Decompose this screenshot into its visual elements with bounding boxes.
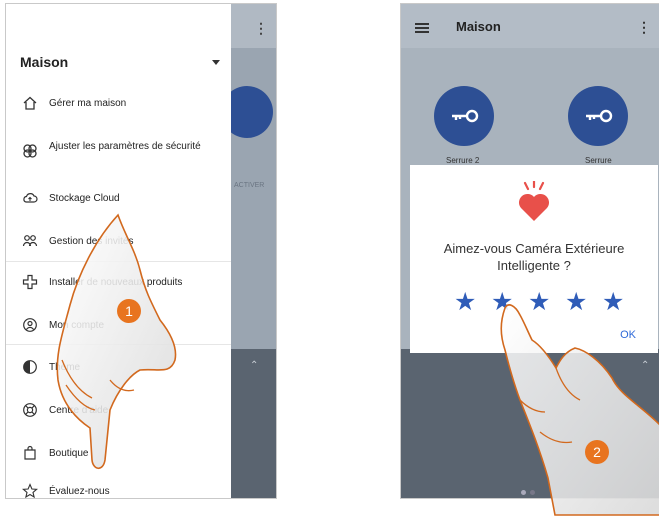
rating-question: Aimez-vous Caméra Extérieure Intelligent… xyxy=(410,240,658,274)
background-kebab-icon: ⋮ xyxy=(254,20,268,36)
menu-item-cloud-storage[interactable]: Stockage Cloud xyxy=(6,185,231,213)
chevron-up-icon: ⌃ xyxy=(641,360,650,371)
star-rating: ★ ★ ★ ★ ★ xyxy=(454,290,634,315)
menu-divider xyxy=(6,261,231,262)
kebab-menu-icon[interactable]: ⋮ xyxy=(637,19,651,36)
app-header: Maison ⋮ xyxy=(401,4,659,48)
menu-item-theme[interactable]: Thème xyxy=(6,354,231,382)
drawer-home-selector[interactable]: Maison xyxy=(20,54,220,74)
rating-question-line2: Intelligente ? xyxy=(497,258,571,273)
star-4-icon[interactable]: ★ xyxy=(565,290,587,315)
device-label: Serrure xyxy=(585,156,612,165)
background-camera-area xyxy=(231,349,276,498)
star-2-icon[interactable]: ★ xyxy=(491,290,513,315)
device-lock-button[interactable] xyxy=(568,86,628,146)
menu-item-security-settings[interactable]: Ajuster les paramètres de sécurité xyxy=(6,138,231,166)
menu-item-gerer-maison[interactable]: Gérer ma maison xyxy=(6,90,231,118)
home-icon xyxy=(23,96,37,110)
step-badge-1: 1 xyxy=(117,299,141,323)
menu-item-install-products[interactable]: Installer de nouveaux produits xyxy=(6,269,231,297)
ok-button[interactable]: OK xyxy=(620,329,636,341)
star-1-icon[interactable]: ★ xyxy=(454,290,476,315)
star-3-icon[interactable]: ★ xyxy=(528,290,550,315)
page-indicator xyxy=(521,482,541,495)
guests-icon xyxy=(22,235,38,247)
menu-item-shop[interactable]: Boutique xyxy=(6,440,231,468)
drawer-title: Maison xyxy=(20,54,69,70)
menu-item-label: Ajuster les paramètres de sécurité xyxy=(49,141,201,152)
device-lock-button[interactable] xyxy=(434,86,494,146)
menu-item-help-center[interactable]: Centre d'aide xyxy=(6,397,231,425)
menu-item-label: Thème xyxy=(49,362,81,373)
add-product-icon xyxy=(22,274,38,290)
menu-item-label: Boutique xyxy=(49,448,89,459)
menu-item-rate-us[interactable]: Évaluez-nous xyxy=(6,478,231,498)
help-icon xyxy=(23,403,37,417)
left-phone-screen: ⋮ ACTIVER ⌃ Maison Gérer ma maison Ajust… xyxy=(5,3,277,499)
rating-dialog: Aimez-vous Caméra Extérieure Intelligent… xyxy=(410,165,658,353)
security-settings-icon xyxy=(23,144,37,158)
account-icon xyxy=(23,318,37,332)
hamburger-menu-icon[interactable] xyxy=(415,23,429,25)
menu-item-label: Évaluez-nous xyxy=(49,486,110,497)
menu-item-label: Stockage Cloud xyxy=(49,193,120,204)
star-outline-icon xyxy=(22,483,38,498)
menu-item-label: Gérer ma maison xyxy=(49,98,127,109)
device-label: Serrure 2 xyxy=(446,156,480,165)
key-icon xyxy=(586,109,613,123)
menu-divider xyxy=(6,344,231,345)
chevron-up-icon: ⌃ xyxy=(250,360,259,371)
step-badge-2: 2 xyxy=(585,440,609,464)
navigation-drawer: Maison Gérer ma maison Ajuster les param… xyxy=(6,4,231,498)
menu-item-label: Gestion des invités xyxy=(49,236,134,247)
star-5-icon[interactable]: ★ xyxy=(602,290,624,315)
dropdown-caret-icon xyxy=(212,60,220,65)
header-title: Maison xyxy=(456,19,501,34)
menu-item-label: Centre d'aide xyxy=(49,405,109,416)
camera-preview-area xyxy=(401,349,659,498)
menu-item-guests[interactable]: Gestion des invités xyxy=(6,228,231,256)
key-icon xyxy=(452,109,479,123)
menu-item-label: Installer de nouveaux produits xyxy=(49,277,183,288)
rating-question-line1: Aimez-vous Caméra Extérieure xyxy=(443,241,625,256)
theme-icon xyxy=(23,360,37,374)
shop-icon xyxy=(24,445,36,460)
cloud-icon xyxy=(23,193,38,203)
background-activer-label: ACTIVER xyxy=(234,182,265,189)
heart-icon xyxy=(518,181,550,221)
